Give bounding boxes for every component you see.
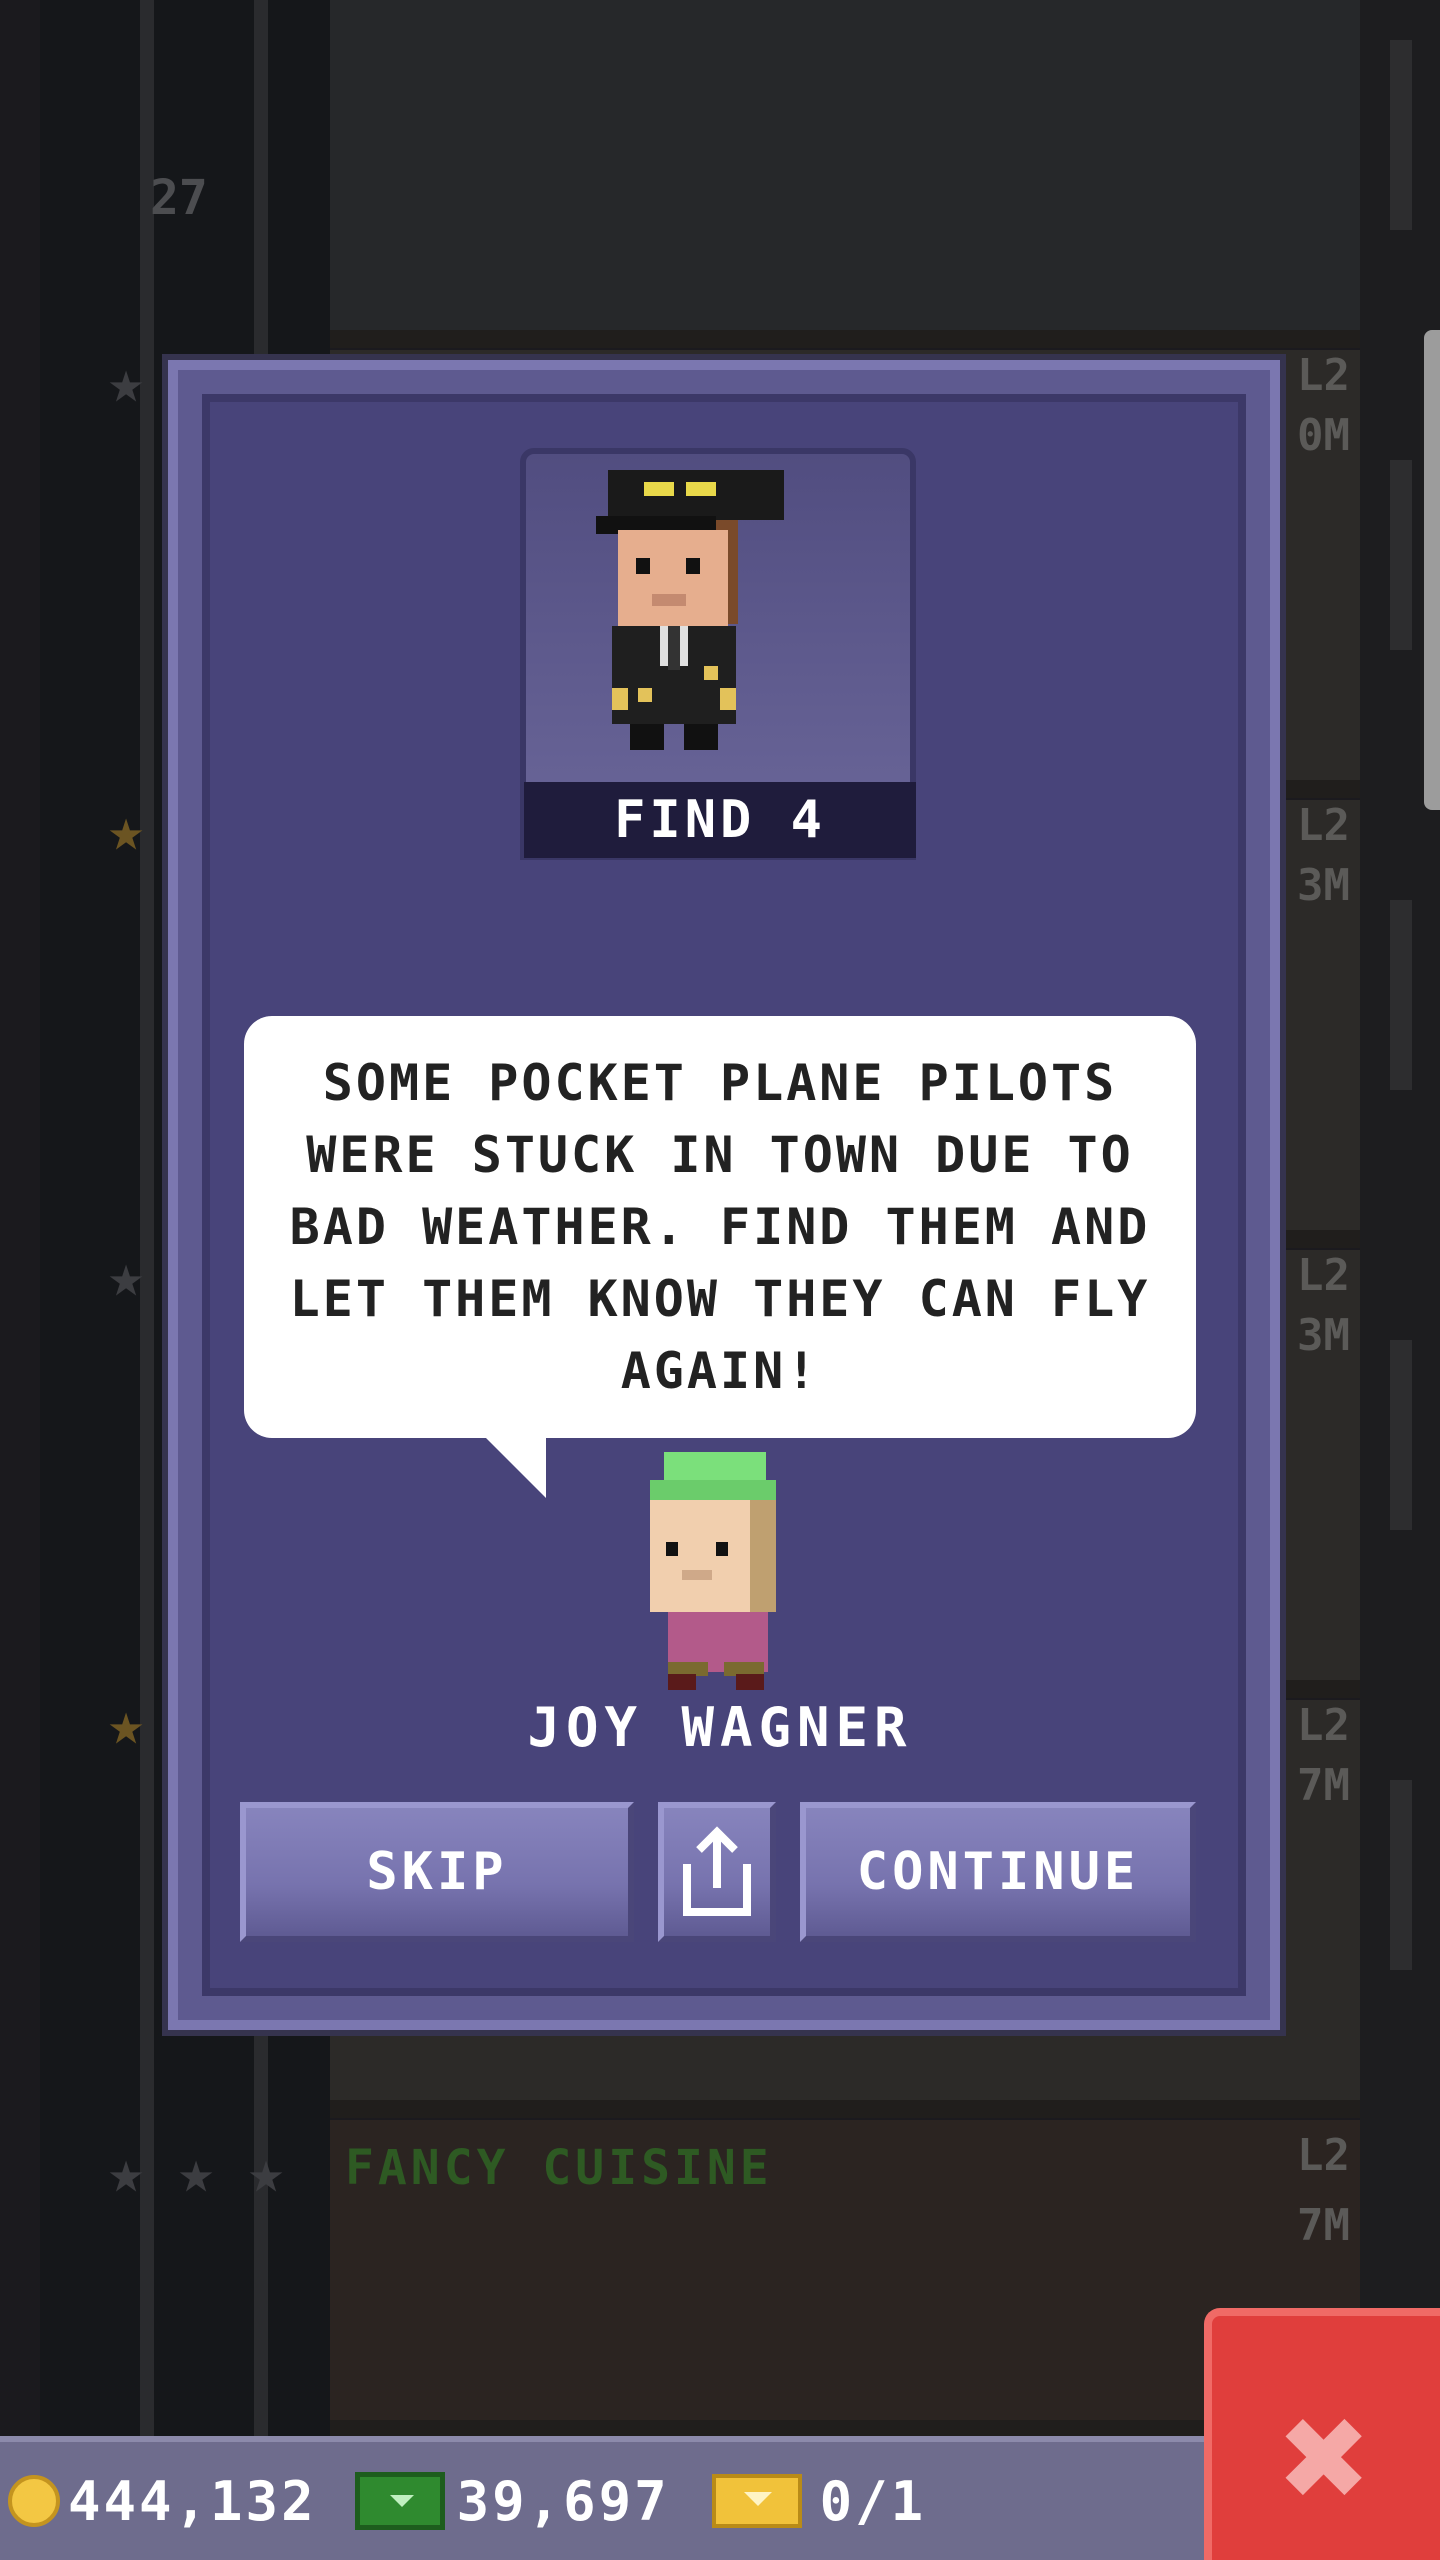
close-button[interactable]: ✖ bbox=[1204, 2308, 1440, 2560]
npc-name: JOY WAGNER bbox=[527, 1696, 913, 1759]
find-count-label: FIND 4 bbox=[524, 782, 916, 858]
tickets-stat: 0/1 bbox=[678, 2470, 927, 2533]
star-icon: ★ bbox=[107, 347, 145, 417]
continue-button[interactable]: CONTINUE bbox=[800, 1802, 1196, 1942]
star-icon: ★ bbox=[107, 2137, 145, 2207]
star-icon: ★ bbox=[247, 2137, 285, 2207]
mission-message: SOME POCKET PLANE PILOTS WERE STUCK IN T… bbox=[289, 1054, 1151, 1400]
pilot-avatar-icon bbox=[596, 470, 784, 750]
share-button[interactable] bbox=[658, 1802, 776, 1942]
bux-value: 39,697 bbox=[456, 2469, 670, 2533]
star-icon: ★ bbox=[107, 1241, 145, 1311]
floor-level-label: L2 bbox=[1297, 1250, 1350, 1301]
close-icon: ✖ bbox=[1280, 2371, 1372, 2545]
npc-avatar-icon bbox=[650, 1452, 776, 1690]
bux-icon bbox=[354, 2472, 445, 2530]
floor-level-label: L2 bbox=[1297, 800, 1350, 851]
floor-number: 27 bbox=[150, 170, 208, 226]
coins-value: 444,132 bbox=[68, 2469, 317, 2533]
vip-ticket-icon bbox=[711, 2474, 802, 2528]
star-icon: ★ bbox=[177, 2137, 215, 2207]
star-icon: ★ bbox=[107, 1689, 145, 1759]
resource-bar: 444,132 39,697 0/1 bbox=[0, 2436, 1210, 2560]
tickets-value: 0/1 bbox=[819, 2469, 927, 2533]
floor-income-label: 7M bbox=[1297, 2200, 1350, 2251]
floor-level-label: L2 bbox=[1297, 2130, 1350, 2181]
coins-stat: 444,132 bbox=[8, 2470, 317, 2533]
floor-income-label: 3M bbox=[1297, 860, 1350, 911]
tower-floor bbox=[330, 0, 1360, 348]
floor-level-label: L2 bbox=[1297, 1700, 1350, 1751]
speech-bubble-tail bbox=[484, 1436, 546, 1498]
speech-bubble: SOME POCKET PLANE PILOTS WERE STUCK IN T… bbox=[244, 1016, 1196, 1438]
floor-level-label: L2 bbox=[1297, 350, 1350, 401]
floor-income-label: 0M bbox=[1297, 410, 1350, 461]
restaurant-name: FANCY CUISINE bbox=[345, 2140, 773, 2196]
side-drawer-handle[interactable] bbox=[1424, 330, 1440, 810]
skip-button[interactable]: SKIP bbox=[240, 1802, 634, 1942]
share-icon bbox=[683, 1826, 751, 1916]
coin-icon bbox=[8, 2475, 60, 2527]
floor-income-label: 7M bbox=[1297, 1760, 1350, 1811]
bux-stat: 39,697 bbox=[325, 2470, 670, 2533]
floor-income-label: 3M bbox=[1297, 1310, 1350, 1361]
star-icon: ★ bbox=[107, 795, 145, 865]
